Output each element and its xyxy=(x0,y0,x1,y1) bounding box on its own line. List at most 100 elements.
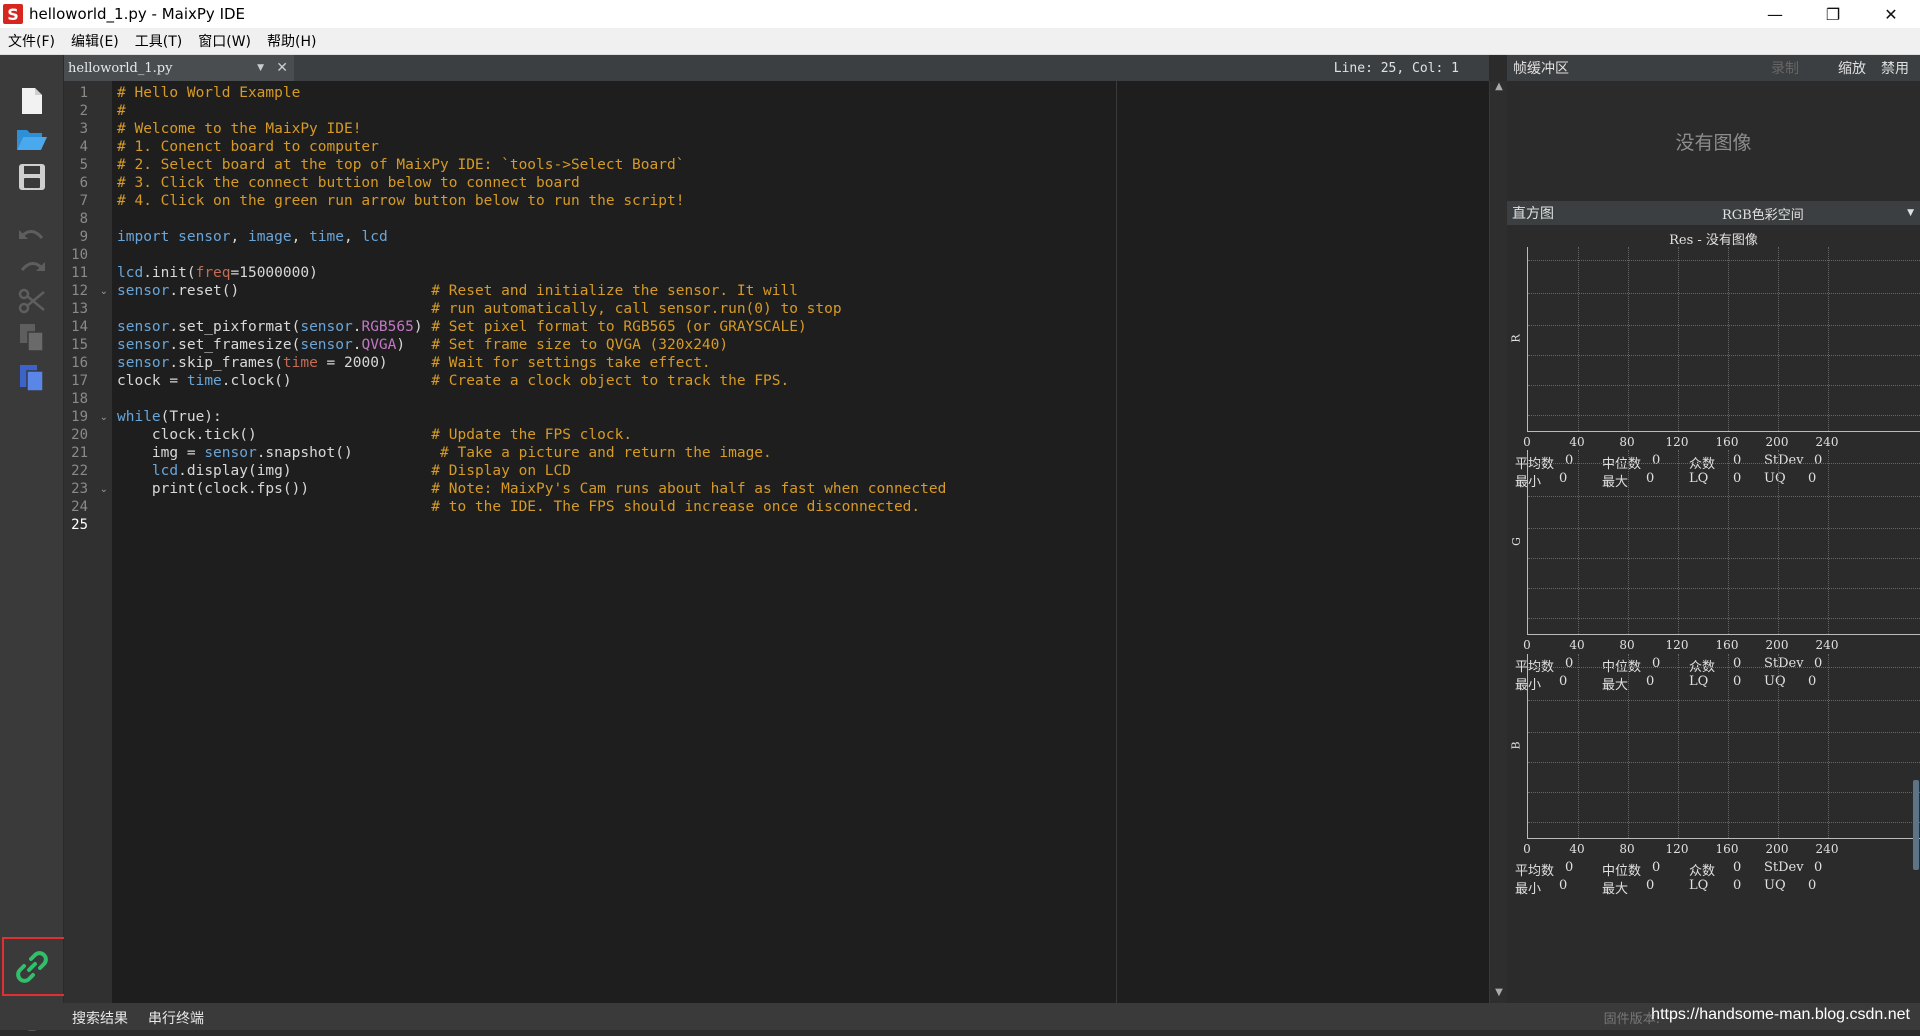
copy-icon[interactable] xyxy=(12,320,52,356)
menu-tools[interactable]: 工具(T) xyxy=(127,31,190,51)
restore-button[interactable]: ❐ xyxy=(1804,0,1862,28)
minimize-button[interactable]: — xyxy=(1746,0,1804,28)
grid-line xyxy=(1728,654,1729,838)
menu-window[interactable]: 窗口(W) xyxy=(190,31,259,51)
x-tick-label: 200 xyxy=(1765,842,1789,856)
file-dropdown-icon[interactable]: ▼ xyxy=(257,63,264,73)
code-token: # Update the FPS clock. xyxy=(431,427,633,443)
x-tick-label: 0 xyxy=(1523,435,1531,449)
code-line: clock = time.clock() # Create a clock ob… xyxy=(117,372,789,390)
code-line: # 4. Click on the green run arrow button… xyxy=(117,192,684,210)
paste-icon[interactable] xyxy=(12,359,52,395)
code-token: sensor xyxy=(117,337,170,353)
close-tab-icon[interactable]: ✕ xyxy=(276,60,288,76)
code-token: clock.tick() xyxy=(117,427,432,443)
grid-line xyxy=(1678,654,1679,838)
serial-terminal-tab[interactable]: 串行终端 xyxy=(148,1008,204,1028)
code-token: # Reset and initialize the sensor. It wi… xyxy=(431,283,798,299)
file-tab[interactable]: helloworld_1.py ▼ ✕ xyxy=(64,55,294,81)
code-token: clock xyxy=(117,373,161,389)
code-token: time xyxy=(309,229,345,245)
fold-icon[interactable]: ⌄ xyxy=(100,412,108,423)
framebuffer-title: 帧缓冲区 xyxy=(1513,61,1569,77)
code-token: , xyxy=(344,229,362,245)
code-token: = 2000) xyxy=(317,355,432,371)
channel-label: B xyxy=(1509,741,1523,750)
code-token: # Set frame size to QVGA (320x240) xyxy=(431,337,729,353)
editor-scrollbar[interactable]: ▲ ▼ xyxy=(1489,81,1507,1003)
panel-scrollbar[interactable] xyxy=(1913,780,1919,870)
code-token: =15000000) xyxy=(230,265,318,281)
menu-help[interactable]: 帮助(H) xyxy=(259,31,324,51)
line-gutter: 1 2 3 4 5 6 7 8 9 10 11 12 ⌄ 13 14 15 16 17 18 19 ⌄ 20 21 22 23 ⌄… xyxy=(64,81,112,1003)
grid-line xyxy=(1828,450,1829,634)
code-editor[interactable]: 1 2 3 4 5 6 7 8 9 10 11 12 ⌄ 13 14 15 16 17 18 19 ⌄ 20 21 22 23 ⌄… xyxy=(64,81,1489,1003)
x-tick-label: 240 xyxy=(1815,435,1839,449)
grid-line xyxy=(1678,247,1679,431)
grid-line xyxy=(1678,450,1679,634)
search-results-tab[interactable]: 搜索结果 xyxy=(72,1008,128,1028)
grid-line xyxy=(1528,415,1920,416)
line-number: 15 xyxy=(71,337,88,353)
framebuffer-header: 帧缓冲区 录制 缩放 禁用 xyxy=(1507,55,1920,81)
colorspace-dropdown-icon[interactable]: ▼ xyxy=(1907,208,1914,218)
save-icon[interactable] xyxy=(12,159,52,195)
disable-button[interactable]: 禁用 xyxy=(1881,58,1909,78)
undo-icon[interactable] xyxy=(12,218,52,254)
redo-icon[interactable] xyxy=(12,250,52,286)
scroll-up-icon[interactable]: ▲ xyxy=(1490,81,1508,97)
scroll-down-icon[interactable]: ▼ xyxy=(1490,987,1508,1003)
colorspace-select[interactable]: RGB色彩空间 xyxy=(1722,204,1804,223)
fold-icon[interactable]: ⌄ xyxy=(100,484,108,495)
x-tick-label: 40 xyxy=(1569,435,1585,449)
grid-line xyxy=(1778,654,1779,838)
stat-value: 0 xyxy=(1814,860,1823,875)
menu-file[interactable]: 文件(F) xyxy=(0,31,63,51)
stat-label: 中位数 xyxy=(1602,864,1642,879)
code-token: time xyxy=(186,373,222,389)
title-bar: S helloworld_1.py - MaixPy IDE — ❐ ✕ xyxy=(0,0,1920,28)
code-token: print(clock.fps()) xyxy=(117,481,432,497)
no-image-label: 没有图像 xyxy=(1675,131,1752,154)
stat-label: 众数 xyxy=(1689,864,1716,879)
code-token: .set_pixformat( xyxy=(169,319,301,335)
histogram-plot-b xyxy=(1527,654,1920,839)
line-number: 2 xyxy=(79,103,88,119)
code-token: sensor xyxy=(178,229,231,245)
open-folder-icon[interactable] xyxy=(12,121,52,157)
x-tick-label: 120 xyxy=(1665,638,1689,652)
code-token: sensor xyxy=(117,319,170,335)
stat-label: UQ xyxy=(1764,878,1786,893)
code-token: .display(img) xyxy=(178,463,432,479)
editor-header: helloworld_1.py ▼ ✕ Line: 25, Col: 1 xyxy=(64,55,1489,81)
code-line: sensor.skip_frames(time = 2000) # Wait f… xyxy=(117,354,711,372)
x-tick-label: 40 xyxy=(1569,638,1585,652)
stat-label: LQ xyxy=(1689,878,1709,893)
x-tick-label: 240 xyxy=(1815,638,1839,652)
code-token: .clock() xyxy=(221,373,432,389)
code-token: # 1. Conenct board to computer xyxy=(117,139,379,155)
code-token: sensor xyxy=(300,319,353,335)
code-token: # Wait for settings take effect. xyxy=(431,355,711,371)
new-file-icon[interactable] xyxy=(12,83,52,119)
code-token: QVGA xyxy=(361,337,397,353)
cut-icon[interactable] xyxy=(12,283,52,319)
code-token: sensor xyxy=(117,283,170,299)
code-token: , xyxy=(291,229,310,245)
grid-line xyxy=(1728,450,1729,634)
histogram-plot-g xyxy=(1527,450,1920,635)
zoom-button[interactable]: 缩放 xyxy=(1838,58,1866,78)
grid-line xyxy=(1528,618,1920,619)
x-tick-label: 120 xyxy=(1665,842,1689,856)
record-button[interactable]: 录制 xyxy=(1771,58,1799,78)
close-button[interactable]: ✕ xyxy=(1862,0,1920,28)
channel-label: G xyxy=(1509,537,1523,546)
histogram-title: 直方图 xyxy=(1512,206,1554,222)
grid-line xyxy=(1578,654,1579,838)
code-token: (True): xyxy=(160,409,222,425)
fold-icon[interactable]: ⌄ xyxy=(100,286,108,297)
code-token: # Hello World Example xyxy=(117,85,301,101)
menu-edit[interactable]: 编辑(E) xyxy=(63,31,127,51)
code-line: # 1. Conenct board to computer xyxy=(117,138,379,156)
x-tick-label: 160 xyxy=(1715,435,1739,449)
